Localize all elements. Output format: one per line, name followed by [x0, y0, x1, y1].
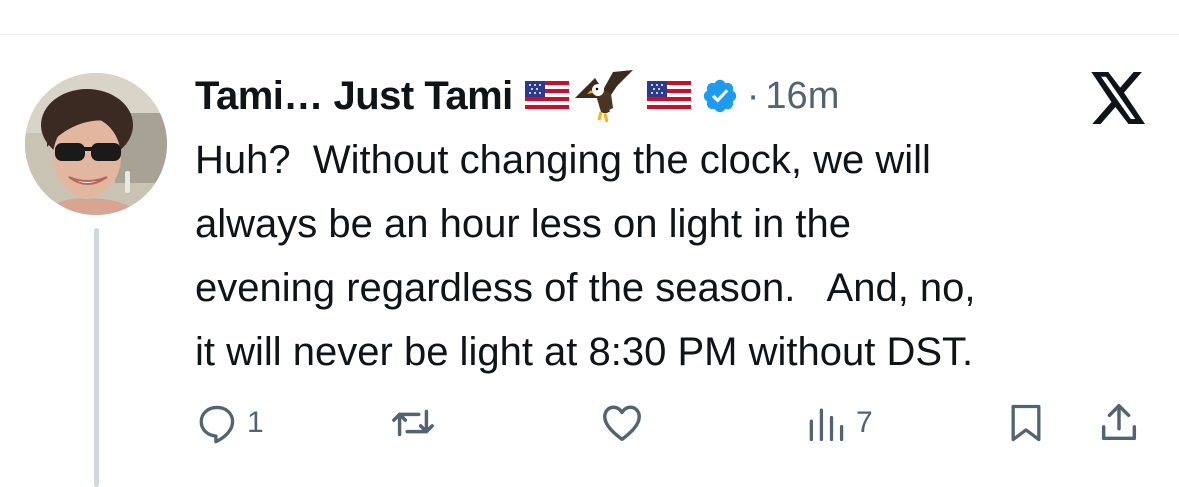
eagle-emoji [573, 68, 635, 124]
repost-button[interactable] [390, 400, 444, 446]
share-button[interactable] [1096, 400, 1142, 446]
reply-button[interactable]: 1 [195, 400, 264, 446]
us-flag-emoji [524, 81, 569, 111]
post-header: Tami… Just Tami · 16m [195, 68, 839, 124]
reply-count: 1 [247, 406, 264, 439]
separator-dot: · [746, 74, 760, 117]
post-timestamp[interactable]: 16m [765, 75, 839, 118]
heart-icon [603, 405, 641, 442]
views-icon [809, 408, 844, 442]
us-flag-emoji [646, 81, 691, 111]
reply-icon [199, 405, 235, 444]
top-divider [0, 34, 1179, 35]
author-name[interactable]: Tami… Just Tami [195, 74, 513, 119]
like-button[interactable] [598, 400, 654, 446]
views-button[interactable]: 7 [804, 400, 873, 446]
share-icon [1101, 404, 1137, 441]
bookmark-icon [1011, 404, 1041, 442]
bookmark-button[interactable] [1004, 400, 1048, 446]
post-text: Huh? Without changing the clock, we will… [195, 138, 976, 374]
verified-badge-icon[interactable] [701, 77, 739, 115]
views-count: 7 [856, 406, 873, 439]
thread-line [94, 228, 99, 487]
repost-icon [392, 409, 434, 437]
author-avatar[interactable] [25, 73, 167, 215]
x-logo-icon[interactable] [1090, 72, 1148, 124]
